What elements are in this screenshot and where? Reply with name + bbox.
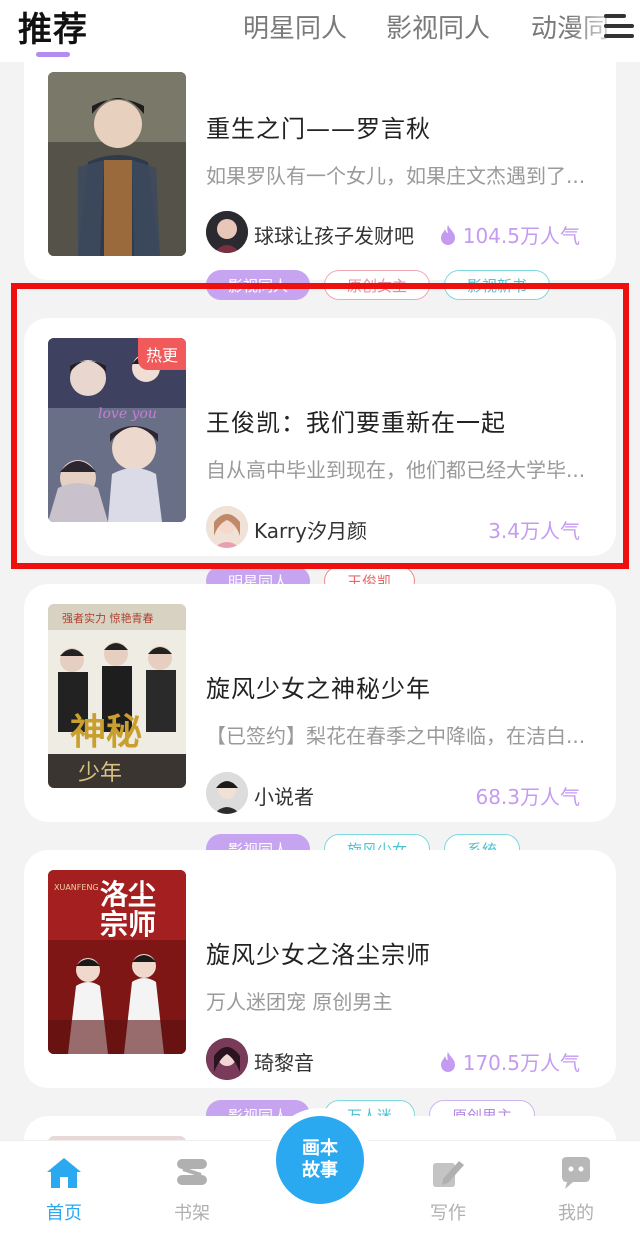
- author-name[interactable]: Karry汐月颜: [254, 515, 367, 544]
- story-card[interactable]: 洛尘 宗师 XUANFENG 旋风少女之洛尘宗师 万人迷团宠 原创男主 琦黎音 …: [24, 850, 616, 1130]
- popularity-text: 104.5万人气: [462, 224, 580, 248]
- create-story-label-line2: 故事: [302, 1160, 338, 1181]
- active-tab-indicator: [36, 52, 70, 57]
- popularity-count: 68.3万人气: [475, 781, 580, 810]
- create-story-button[interactable]: 画本 故事: [276, 1116, 364, 1204]
- tab-celebrity-fanfic[interactable]: 明星同人: [243, 8, 347, 45]
- story-description: 自从高中毕业到现在，他们都已经大学毕...: [206, 458, 586, 482]
- svg-text:宗师: 宗师: [100, 908, 156, 941]
- tag-chip[interactable]: 影视同人: [206, 270, 311, 300]
- home-icon: [47, 1158, 81, 1188]
- story-cover-image[interactable]: 强者实力 惊艳青春 神秘 少年: [48, 604, 186, 788]
- svg-text:love you: love you: [98, 406, 157, 422]
- story-cover-image[interactable]: [48, 72, 186, 256]
- author-name[interactable]: 球球让孩子发财吧: [254, 220, 414, 249]
- flame-icon: [440, 1051, 455, 1072]
- flame-icon: [440, 224, 455, 245]
- nav-write-label: 写作: [430, 1203, 466, 1224]
- story-card[interactable]: 重生之门——罗言秋 如果罗队有一个女儿，如果庄文杰遇到了... 球球让孩子发财吧…: [24, 62, 616, 300]
- story-card[interactable]: 强者实力 惊艳青春 神秘 少年 旋风少女之神秘少年 【已签约】梨花在春季之中降临…: [24, 584, 616, 864]
- tag-chip[interactable]: 原创女主: [324, 270, 431, 300]
- pencil-icon: [433, 1161, 464, 1187]
- create-story-label-line1: 画本: [302, 1138, 338, 1159]
- svg-text:XUANFENG: XUANFENG: [54, 883, 99, 892]
- story-card[interactable]: love you 热更 王俊凯：我们要重新在一起 自从高中毕业到现在，他们都已经…: [24, 318, 616, 596]
- popularity-text: 3.4万人气: [488, 519, 580, 543]
- nav-write[interactable]: 写作: [408, 1155, 488, 1225]
- popularity-text: 170.5万人气: [462, 1051, 580, 1075]
- story-cover-image[interactable]: love you 热更: [48, 338, 186, 522]
- story-description: 如果罗队有一个女儿，如果庄文杰遇到了...: [206, 164, 586, 188]
- svg-text:强者实力 惊艳青春: 强者实力 惊艳青春: [62, 611, 154, 625]
- story-description: 万人迷团宠 原创男主: [206, 990, 393, 1014]
- tag-chip[interactable]: 影视新书: [444, 270, 551, 300]
- nav-mine[interactable]: 我的: [536, 1155, 616, 1225]
- author-avatar[interactable]: [206, 1038, 248, 1080]
- story-title[interactable]: 重生之门——罗言秋: [206, 109, 431, 144]
- author-avatar[interactable]: [206, 211, 248, 253]
- nav-home[interactable]: 首页: [24, 1155, 104, 1225]
- hot-update-badge: 热更: [138, 338, 186, 370]
- story-title[interactable]: 旋风少女之洛尘宗师: [206, 935, 431, 970]
- author-name[interactable]: 琦黎音: [254, 1047, 314, 1076]
- tab-film-fanfic[interactable]: 影视同人: [386, 8, 490, 45]
- nav-mine-label: 我的: [558, 1203, 594, 1224]
- bookshelf-icon: [177, 1159, 207, 1185]
- svg-text:洛尘: 洛尘: [100, 878, 156, 911]
- story-title[interactable]: 旋风少女之神秘少年: [206, 669, 431, 704]
- story-title[interactable]: 王俊凯：我们要重新在一起: [206, 403, 506, 438]
- nav-bookshelf-label: 书架: [174, 1203, 210, 1224]
- author-name[interactable]: 小说者: [254, 781, 314, 810]
- story-cover-image[interactable]: 洛尘 宗师 XUANFENG: [48, 870, 186, 1054]
- popularity-count: 3.4万人气: [488, 515, 580, 544]
- svg-text:神秘: 神秘: [70, 711, 142, 753]
- author-avatar[interactable]: [206, 772, 248, 814]
- story-feed[interactable]: 重生之门——罗言秋 如果罗队有一个女儿，如果庄文杰遇到了... 球球让孩子发财吧…: [0, 62, 640, 1140]
- nav-home-label: 首页: [46, 1203, 82, 1224]
- popularity-count: 170.5万人气: [439, 1047, 580, 1076]
- menu-icon[interactable]: [604, 12, 634, 40]
- svg-text:少年: 少年: [78, 761, 122, 786]
- top-tab-bar: 推荐 明星同人 影视同人 动漫同: [0, 0, 640, 62]
- story-description: 【已签约】梨花在春季之中降临，在洁白...: [206, 724, 586, 748]
- tab-recommended[interactable]: 推荐: [18, 2, 88, 51]
- popularity-count: 104.5万人气: [439, 220, 580, 249]
- tag-list: 影视同人 原创女主 影视新书: [206, 270, 551, 300]
- profile-chat-icon: [562, 1157, 590, 1189]
- popularity-text: 68.3万人气: [475, 785, 580, 809]
- author-avatar[interactable]: [206, 506, 248, 548]
- nav-bookshelf[interactable]: 书架: [152, 1155, 232, 1225]
